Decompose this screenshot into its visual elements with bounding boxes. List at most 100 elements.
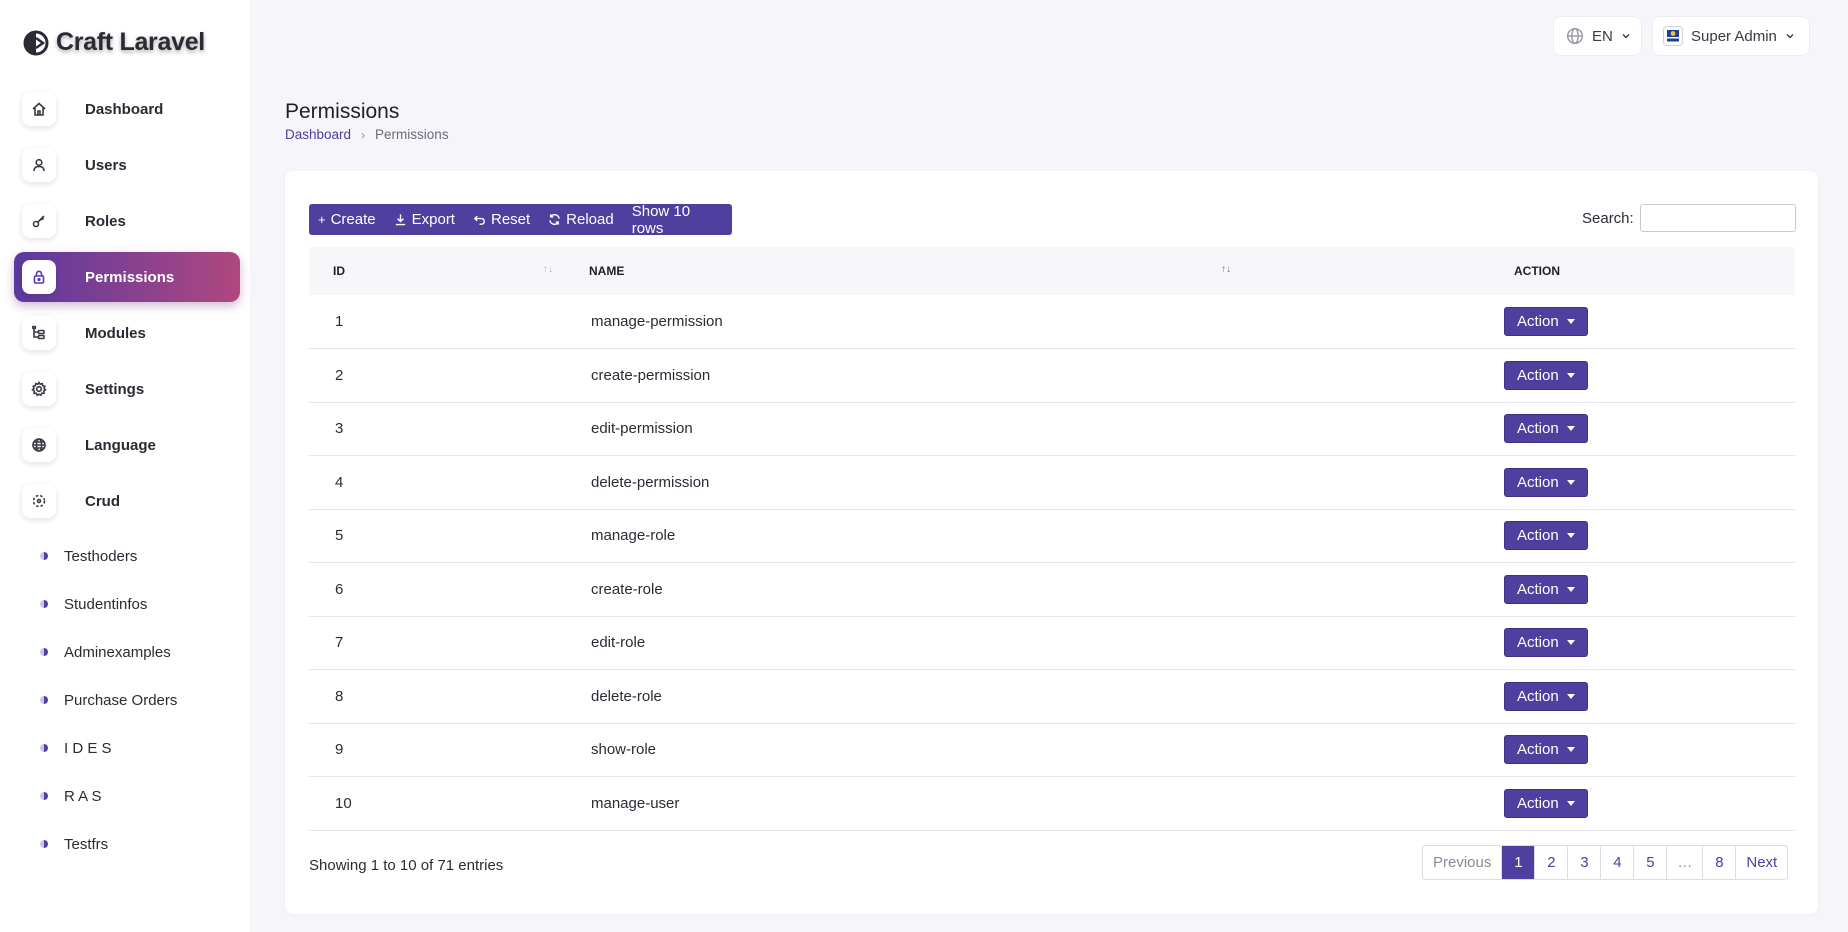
table-row: 5 manage-role Action (309, 509, 1795, 563)
cell-name: show-role (591, 741, 657, 759)
sort-icon: ↑↓ (1221, 264, 1231, 275)
table-row: 2 create-permission Action (309, 349, 1795, 402)
action-dropdown-button[interactable]: Action (1504, 360, 1588, 390)
action-dropdown-button[interactable]: Action (1504, 521, 1588, 551)
pagination-ellipsis[interactable]: … (1666, 846, 1702, 879)
refresh-icon (549, 214, 560, 225)
action-dropdown-button[interactable]: Action (1504, 467, 1588, 497)
sidebar-item-users[interactable]: Users (14, 140, 240, 190)
cell-action: Action (1354, 616, 1795, 670)
sidebar-item-label: Modules (85, 324, 146, 342)
column-header-action: ACTION (1354, 247, 1795, 295)
sidebar-item-roles[interactable]: Roles (14, 196, 240, 246)
caret-down-icon (1566, 800, 1575, 806)
caret-down-icon (1566, 319, 1575, 324)
breadcrumb-home-link[interactable]: Dashboard (285, 127, 351, 142)
create-label: Create (330, 211, 376, 228)
action-label: Action (1517, 580, 1559, 598)
search-label: Search: (1582, 209, 1634, 227)
export-label: Export (411, 211, 455, 228)
pagination-page[interactable]: 1 (1501, 846, 1535, 879)
cell-name: create-permission (591, 366, 711, 384)
subnav-item-ras[interactable]: R A S (40, 772, 177, 820)
sidebar-item-language[interactable]: Language (14, 420, 240, 470)
subnav-item-testfrs[interactable]: Testfrs (40, 820, 177, 868)
sidebar-item-label: Users (85, 156, 127, 174)
bullet-icon (40, 696, 48, 704)
reload-button[interactable]: Reload (539, 204, 623, 235)
table-row: 8 delete-role Action (309, 670, 1795, 723)
language-dropdown[interactable]: EN (1553, 16, 1642, 56)
pagination-next[interactable]: Next (1735, 846, 1787, 879)
sidebar-item-settings[interactable]: Settings (14, 364, 240, 414)
subnav-item-ides[interactable]: I D E S (40, 724, 177, 772)
table-row: 7 edit-role Action (309, 616, 1795, 670)
caret-down-icon (1566, 586, 1575, 592)
action-dropdown-button[interactable]: Action (1504, 681, 1588, 711)
cell-name: delete-role (591, 687, 662, 705)
caret-down-icon (1566, 479, 1575, 485)
user-menu-dropdown[interactable]: Super Admin (1652, 16, 1810, 56)
sidebar-item-crud[interactable]: Crud (14, 476, 240, 526)
pagination-page[interactable]: 2 (1534, 846, 1567, 879)
reset-button[interactable]: Reset (464, 204, 539, 235)
cell-name: edit-permission (591, 420, 693, 438)
download-icon (395, 214, 405, 226)
action-label: Action (1517, 527, 1559, 545)
subnav-item-purchase-orders[interactable]: Purchase Orders (40, 676, 177, 724)
action-dropdown-button[interactable]: Action (1504, 574, 1588, 604)
sidebar-item-permissions[interactable]: Permissions (14, 252, 240, 302)
datatable-toolbar: + Create Export Reset Reload Show 10 row… (309, 203, 732, 237)
reset-label: Reset (490, 211, 531, 228)
brand[interactable]: Craft Laravel (22, 28, 205, 57)
cell-name: manage-permission (591, 313, 723, 330)
subnav-item-label: Adminexamples (64, 643, 171, 661)
bullet-icon (40, 600, 48, 608)
cell-name: delete-permission (591, 473, 710, 491)
sidebar-item-modules[interactable]: Modules (14, 308, 240, 358)
caret-down-icon (1566, 372, 1575, 378)
action-label: Action (1517, 634, 1559, 652)
action-label: Action (1517, 420, 1559, 438)
chevron-down-icon (1786, 34, 1794, 39)
cell-id: 10 (335, 794, 352, 812)
search-input[interactable] (1639, 204, 1796, 232)
cell-action: Action (1354, 456, 1795, 510)
sidebar-item-label: Crud (85, 492, 120, 510)
column-header-id[interactable]: ID ↑↓ (309, 247, 589, 295)
page-length-button[interactable]: Show 10 rows (623, 203, 732, 237)
subnav-item-adminexamples[interactable]: Adminexamples (40, 628, 177, 676)
cell-action: Action (1354, 402, 1795, 456)
tree-icon (22, 316, 56, 350)
cell-action: Action (1354, 509, 1795, 563)
pagination-page[interactable]: 8 (1702, 846, 1735, 879)
undo-icon (473, 215, 485, 225)
action-dropdown-button[interactable]: Action (1504, 788, 1588, 818)
pagination-page[interactable]: 5 (1633, 846, 1666, 879)
export-button[interactable]: Export (385, 204, 464, 235)
subnav-item-studentinfos[interactable]: Studentinfos (40, 580, 177, 628)
column-header-name[interactable]: NAME ↑↓ (589, 247, 1354, 295)
column-header-name-label: NAME (589, 264, 625, 278)
action-label: Action (1517, 794, 1559, 812)
lock-icon (22, 260, 56, 294)
sidebar-item-dashboard[interactable]: Dashboard (14, 84, 240, 134)
cell-id: 9 (335, 741, 344, 759)
bullet-icon (40, 840, 48, 848)
subnav-item-label: Studentinfos (64, 595, 148, 613)
subnav-item-testhoders[interactable]: Testhoders (40, 532, 177, 580)
action-label: Action (1517, 313, 1559, 330)
cell-name: edit-role (591, 634, 646, 652)
pagination-page[interactable]: 4 (1600, 846, 1633, 879)
pagination-page[interactable]: 3 (1567, 846, 1600, 879)
user-icon (22, 148, 56, 182)
action-dropdown-button[interactable]: Action (1504, 414, 1588, 444)
pagination-previous[interactable]: Previous (1423, 846, 1501, 879)
action-dropdown-button[interactable]: Action (1504, 735, 1588, 765)
create-button[interactable]: + Create (309, 204, 385, 235)
cell-action: Action (1354, 777, 1795, 831)
action-dropdown-button[interactable]: Action (1504, 307, 1588, 336)
action-dropdown-button[interactable]: Action (1504, 628, 1588, 658)
table-body: 1 manage-permission Action 2 create-permissi… (309, 295, 1795, 830)
avatar (1663, 26, 1683, 46)
